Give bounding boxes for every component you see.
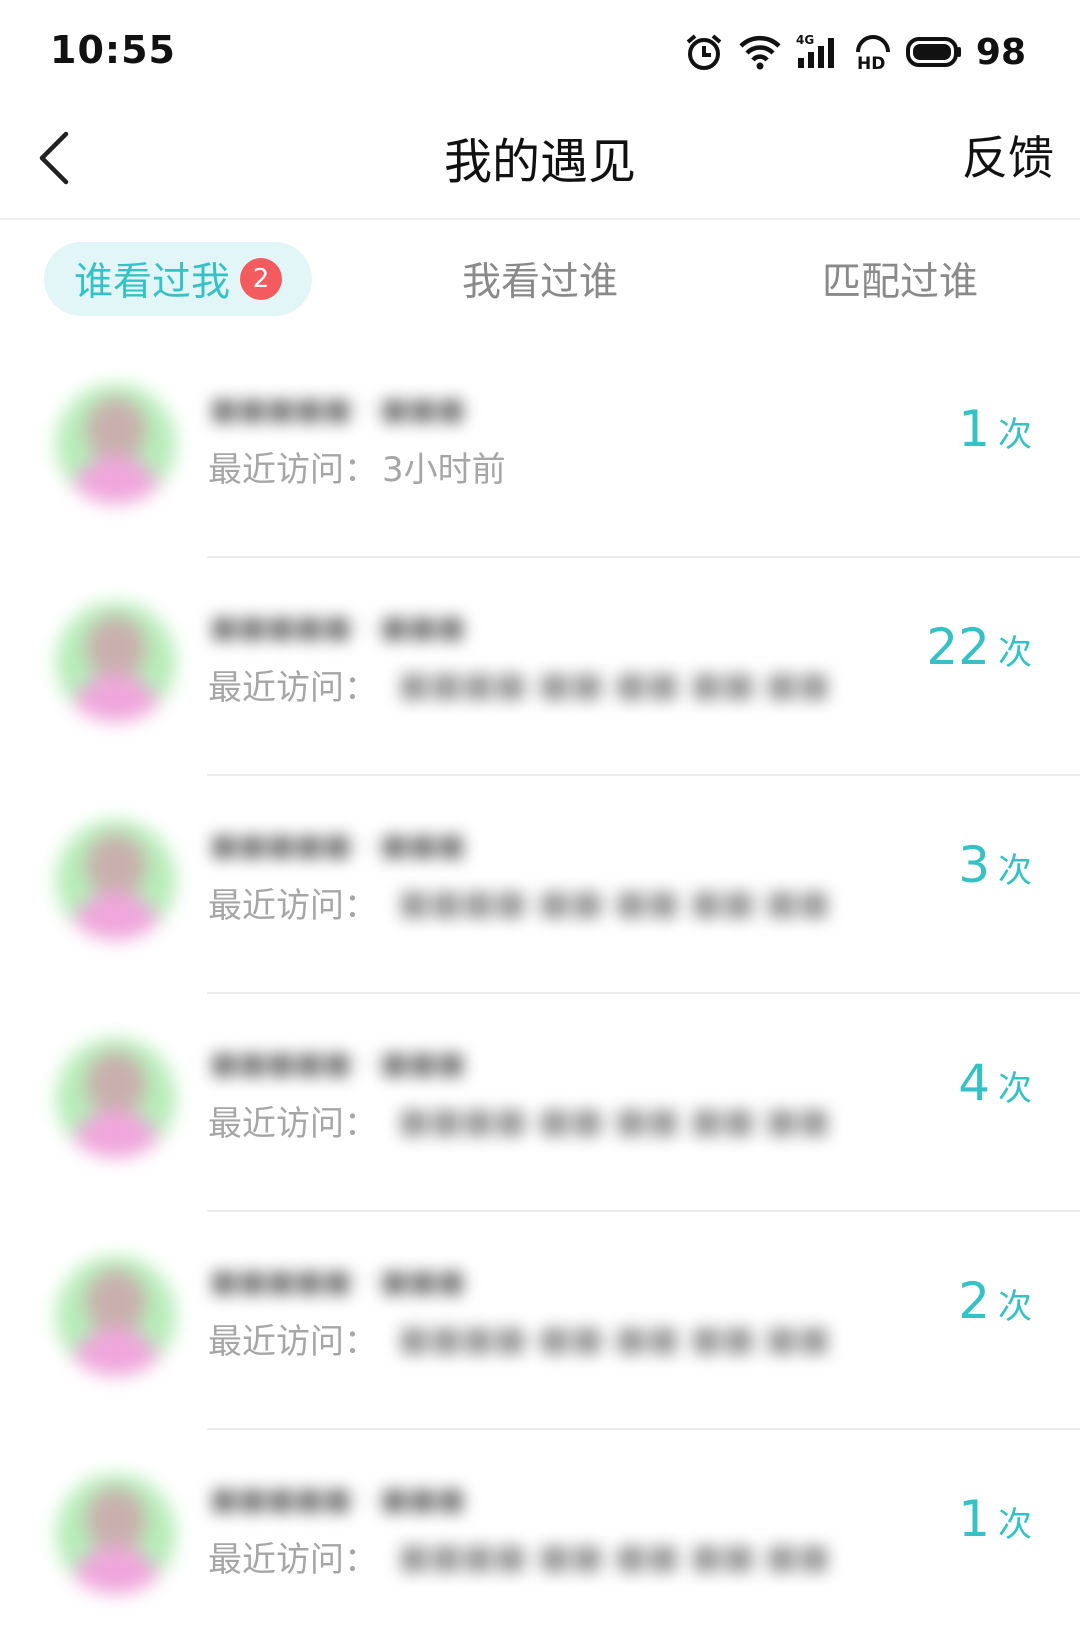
list-item[interactable]: ■■■■■ · ■■■ 最近访问： ■■■■-■■-■■ ■■:■■ 4 次 bbox=[0, 994, 1080, 1212]
visit-time: ■■■■-■■-■■ ■■:■■ bbox=[398, 882, 831, 923]
count-number: 22 bbox=[926, 618, 990, 676]
avatar bbox=[56, 384, 176, 504]
last-visit: 最近访问： ■■■■-■■-■■ ■■:■■ bbox=[208, 1314, 830, 1363]
user-name: ■■■■■ · ■■■ bbox=[210, 1482, 466, 1517]
list-item[interactable]: ■■■■■ · ■■■ 最近访问： ■■■■-■■-■■ ■■:■■ 1 次 bbox=[0, 1430, 1080, 1648]
last-visit: 最近访问： ■■■■-■■-■■ ■■:■■ bbox=[208, 1532, 830, 1581]
count-unit: 次 bbox=[998, 1287, 1032, 1327]
tab-matched[interactable]: 匹配过谁 bbox=[760, 242, 1040, 316]
battery-icon bbox=[905, 35, 962, 69]
visit-count: 3 次 bbox=[958, 836, 1032, 894]
visit-count: 4 次 bbox=[958, 1054, 1032, 1112]
wifi-icon bbox=[738, 32, 782, 72]
visit-label: 最近访问： bbox=[208, 886, 378, 926]
tab-label: 我看过谁 bbox=[461, 260, 618, 305]
svg-text:HD: HD bbox=[857, 54, 885, 72]
user-name: ■■■■■ · ■■■ bbox=[210, 610, 466, 645]
tab-label: 匹配过谁 bbox=[821, 260, 978, 305]
visit-count: 2 次 bbox=[958, 1272, 1032, 1330]
visit-label: 最近访问： bbox=[208, 1104, 378, 1144]
unread-badge: 2 bbox=[240, 258, 282, 300]
status-icons: 4G HD 98 bbox=[684, 30, 1026, 74]
avatar bbox=[56, 1038, 176, 1158]
battery-percentage: 98 bbox=[975, 31, 1026, 73]
visit-time: ■■■■-■■-■■ ■■:■■ bbox=[398, 1536, 831, 1577]
count-unit: 次 bbox=[998, 851, 1032, 891]
last-visit: 最近访问： ■■■■-■■-■■ ■■:■■ bbox=[208, 1096, 830, 1145]
avatar bbox=[56, 1474, 176, 1594]
visit-time: ■■■■-■■-■■ ■■:■■ bbox=[398, 1318, 831, 1359]
user-name: ■■■■■ · ■■■ bbox=[210, 1264, 466, 1299]
visit-label: 最近访问： bbox=[208, 1322, 378, 1362]
tab-who-i-viewed[interactable]: 我看过谁 bbox=[400, 242, 680, 316]
count-unit: 次 bbox=[998, 1069, 1032, 1109]
list-item[interactable]: ■■■■■ · ■■■ 最近访问： ■■■■-■■-■■ ■■:■■ 3 次 bbox=[0, 776, 1080, 994]
alarm-icon bbox=[684, 32, 724, 72]
count-unit: 次 bbox=[998, 415, 1032, 455]
list-item[interactable]: ■■■■■ · ■■■ 最近访问： ■■■■-■■-■■ ■■:■■ 22 次 bbox=[0, 558, 1080, 776]
visit-label: 最近访问： bbox=[208, 668, 378, 708]
user-name: ■■■■■ · ■■■ bbox=[210, 1046, 466, 1081]
hd-icon: HD bbox=[854, 32, 892, 72]
count-number: 3 bbox=[958, 836, 990, 894]
count-number: 1 bbox=[958, 400, 990, 458]
last-visit: 最近访问： ■■■■-■■-■■ ■■:■■ bbox=[208, 660, 830, 709]
tab-bar: 谁看过我 2 我看过谁 匹配过谁 bbox=[0, 220, 1080, 330]
tab-who-viewed-me[interactable]: 谁看过我 2 bbox=[44, 242, 312, 316]
visit-label: 最近访问： bbox=[208, 1540, 378, 1580]
last-visit: 最近访问： 3小时前 bbox=[208, 442, 506, 491]
visit-label: 最近访问： bbox=[208, 450, 378, 490]
avatar bbox=[56, 820, 176, 940]
last-visit: 最近访问： ■■■■-■■-■■ ■■:■■ bbox=[208, 878, 830, 927]
visit-time: 3小时前 bbox=[382, 450, 506, 490]
list-item[interactable]: ■■■■■ · ■■■ 最近访问： ■■■■-■■-■■ ■■:■■ 2 次 bbox=[0, 1212, 1080, 1430]
user-name: ■■■■■ · ■■■ bbox=[210, 392, 466, 427]
svg-text:4G: 4G bbox=[796, 33, 814, 47]
visitor-list: ■■■■■ · ■■■ 最近访问： 3小时前 1 次 ■■■■■ · ■■■ 最近… bbox=[0, 340, 1080, 1648]
header: 我的遇见 反馈 bbox=[0, 100, 1080, 220]
count-unit: 次 bbox=[998, 1505, 1032, 1545]
visit-time: ■■■■-■■-■■ ■■:■■ bbox=[398, 664, 831, 705]
page-title: 我的遇见 bbox=[443, 134, 636, 190]
visit-count: 1 次 bbox=[958, 1490, 1032, 1548]
visit-count: 1 次 bbox=[958, 400, 1032, 458]
avatar bbox=[56, 1256, 176, 1376]
tab-label: 谁看过我 bbox=[73, 260, 230, 305]
count-unit: 次 bbox=[998, 633, 1032, 673]
visit-count: 22 次 bbox=[926, 618, 1032, 676]
count-number: 4 bbox=[958, 1054, 990, 1112]
count-number: 1 bbox=[958, 1490, 990, 1548]
count-number: 2 bbox=[958, 1272, 990, 1330]
avatar bbox=[56, 602, 176, 722]
list-item[interactable]: ■■■■■ · ■■■ 最近访问： 3小时前 1 次 bbox=[0, 340, 1080, 558]
feedback-button[interactable]: 反馈 bbox=[962, 122, 1054, 188]
signal-4g-icon: 4G bbox=[796, 32, 840, 72]
visit-time: ■■■■-■■-■■ ■■:■■ bbox=[398, 1100, 831, 1141]
status-time: 10:55 bbox=[50, 28, 176, 72]
user-name: ■■■■■ · ■■■ bbox=[210, 828, 466, 863]
status-bar: 10:55 4G HD 98 bbox=[0, 0, 1080, 100]
